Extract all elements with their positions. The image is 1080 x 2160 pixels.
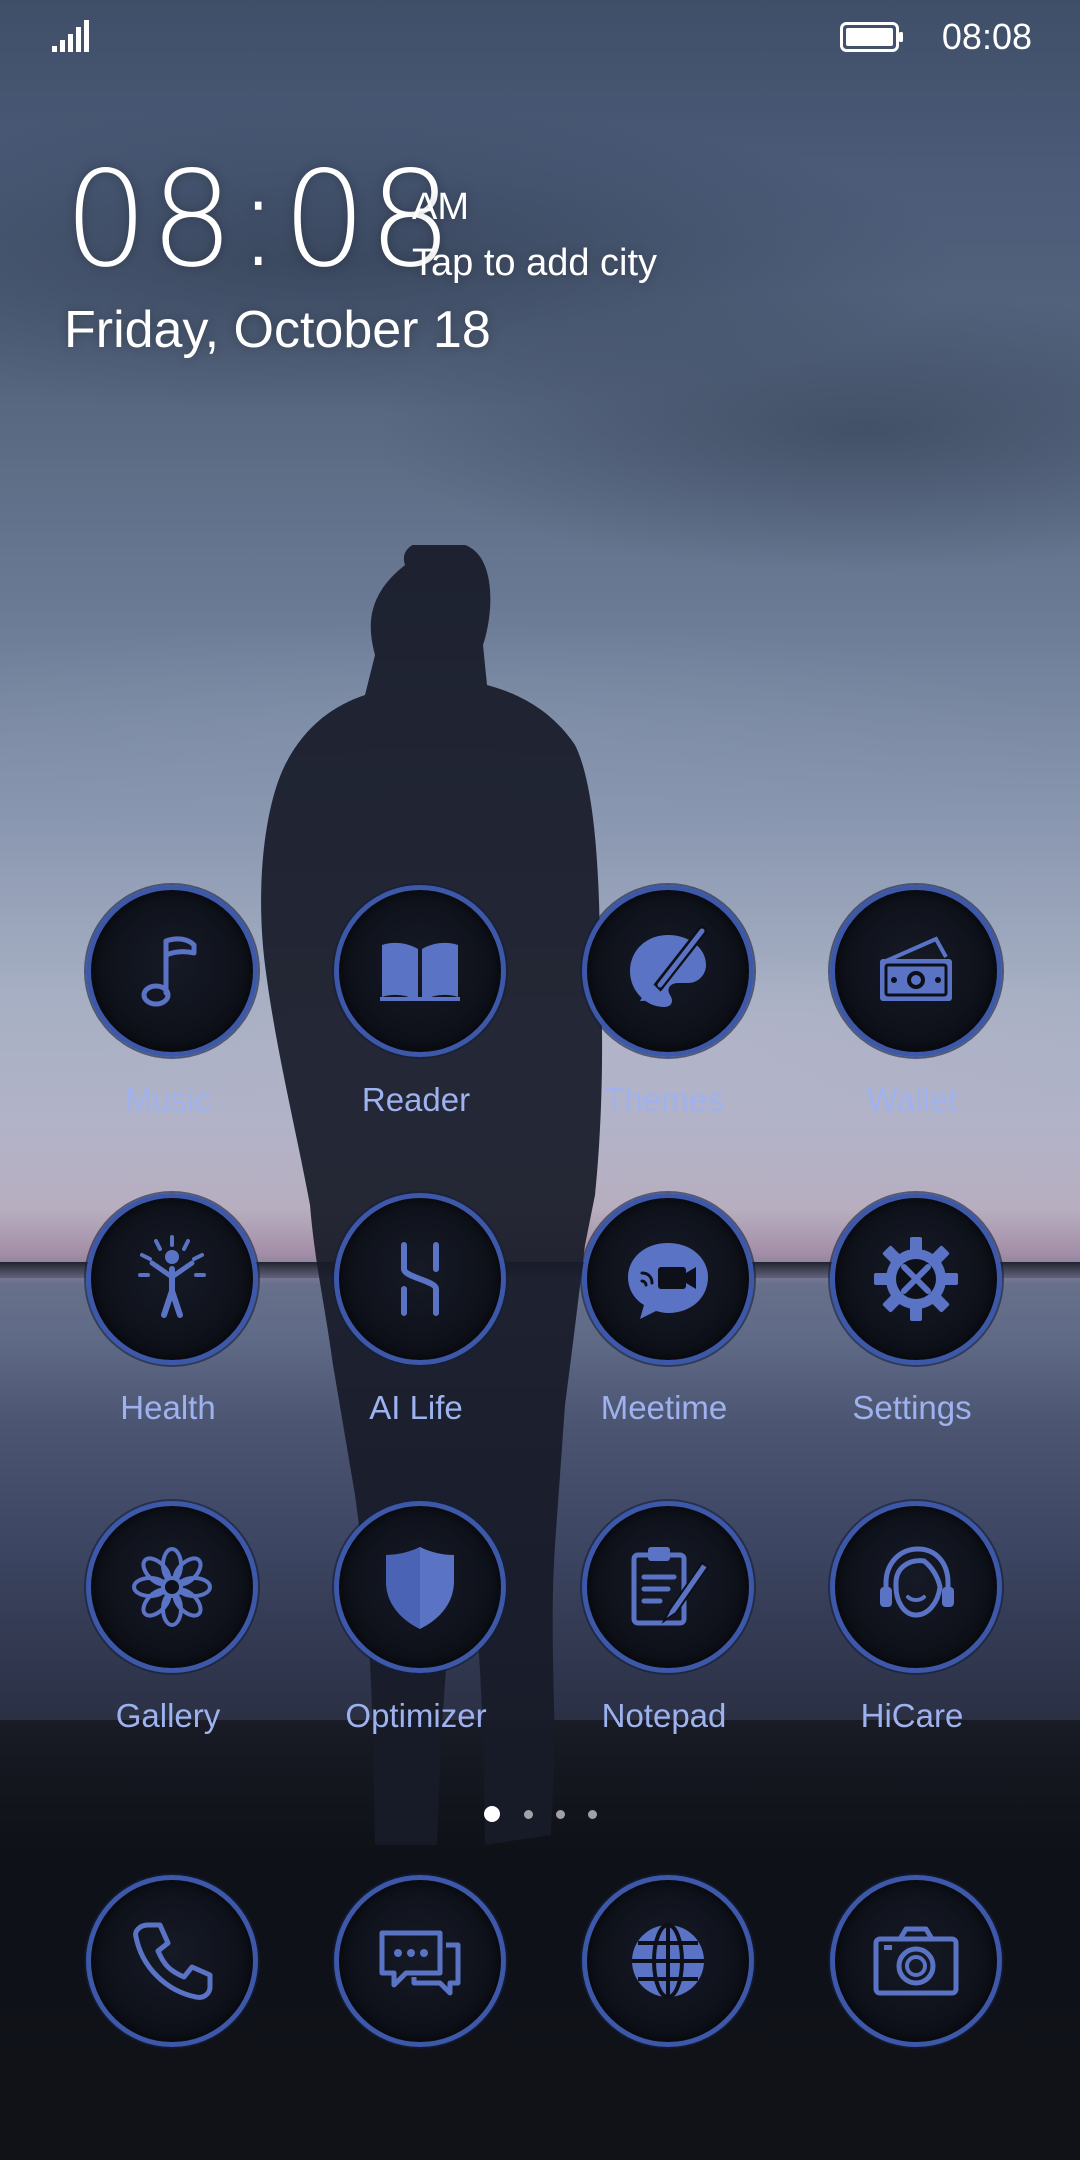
app-label: Health	[120, 1389, 216, 1426]
app-label: Optimizer	[345, 1697, 487, 1734]
app-meetime[interactable]: Meetime	[554, 1193, 774, 1453]
clock-ampm: AM	[412, 186, 469, 228]
music-note-icon	[141, 936, 197, 1007]
app-wallet[interactable]: Wallet	[802, 885, 1022, 1145]
app-label: Wallet	[866, 1081, 958, 1118]
dock-browser[interactable]	[554, 1875, 774, 2135]
app-icon-circle[interactable]	[334, 885, 506, 1057]
app-notepad[interactable]: Notepad	[554, 1501, 774, 1761]
app-label: Meetime	[600, 1389, 728, 1426]
ai-life-icon	[401, 1242, 439, 1316]
browser-globe-icon	[632, 1923, 704, 1999]
app-icon-circle[interactable]	[86, 1193, 258, 1365]
signal-icon	[52, 20, 89, 52]
page-dot[interactable]	[556, 1810, 565, 1819]
app-icon-circle[interactable]	[582, 1193, 754, 1365]
battery-icon	[840, 22, 903, 52]
gear-icon	[874, 1237, 958, 1321]
app-reader[interactable]: Reader	[306, 885, 526, 1145]
status-time: 08:08	[941, 16, 1032, 57]
app-label: HiCare	[860, 1697, 964, 1734]
app-music[interactable]: Music	[58, 885, 278, 1145]
app-icon-circle[interactable]	[86, 1875, 258, 2047]
app-health[interactable]: Health	[58, 1193, 278, 1453]
flower-icon	[132, 1547, 212, 1627]
page-dot[interactable]	[524, 1810, 533, 1819]
app-label: Reader	[361, 1081, 471, 1118]
app-icon-circle[interactable]	[830, 1193, 1002, 1365]
app-icon-circle[interactable]	[334, 1193, 506, 1365]
app-gallery[interactable]: Gallery	[58, 1501, 278, 1761]
app-settings[interactable]: Settings	[802, 1193, 1022, 1453]
notepad-icon	[631, 1547, 710, 1626]
app-hicare[interactable]: HiCare	[802, 1501, 1022, 1761]
clock-time: 08:08	[64, 143, 455, 297]
page-dot[interactable]	[588, 1810, 597, 1819]
shield-icon	[386, 1547, 454, 1629]
video-chat-icon	[628, 1243, 708, 1319]
status-bar: 08:08	[0, 0, 1080, 80]
health-person-icon	[138, 1235, 206, 1318]
app-label: Notepad	[601, 1697, 727, 1734]
headset-icon	[880, 1546, 954, 1618]
app-icon-circle[interactable]	[334, 1501, 506, 1673]
app-icon-circle[interactable]	[86, 885, 258, 1057]
dock-phone[interactable]	[58, 1875, 278, 2135]
page-dot-active[interactable]	[484, 1806, 500, 1822]
paint-brush-icon	[630, 926, 707, 1007]
add-city-link[interactable]: Tap to add city	[412, 242, 657, 285]
phone-icon	[133, 1922, 213, 2000]
app-themes[interactable]: Themes	[554, 885, 774, 1145]
app-label: Music	[124, 1081, 212, 1118]
app-optimizer[interactable]: Optimizer	[306, 1501, 526, 1761]
dock-messages[interactable]	[306, 1875, 526, 2135]
camera-icon	[873, 1926, 959, 1996]
app-icon-circle[interactable]	[582, 1875, 754, 2047]
app-label: Settings	[852, 1389, 972, 1426]
messages-icon	[379, 1930, 461, 1996]
app-icon-circle[interactable]	[582, 885, 754, 1057]
book-icon	[380, 942, 460, 1001]
app-icon-circle[interactable]	[86, 1501, 258, 1673]
app-label: AI Life	[369, 1389, 463, 1426]
app-label: Gallery	[115, 1697, 221, 1734]
dock-camera[interactable]	[802, 1875, 1022, 2135]
dock	[0, 1875, 1080, 2075]
app-ai-life[interactable]: AI Life	[306, 1193, 526, 1453]
app-icon-circle[interactable]	[830, 885, 1002, 1057]
app-label: Themes	[604, 1081, 724, 1118]
page-indicator[interactable]	[0, 1804, 1080, 1824]
app-icon-circle[interactable]	[830, 1875, 1002, 2047]
wallet-icon	[880, 936, 952, 1001]
app-icon-circle[interactable]	[582, 1501, 754, 1673]
clock-date: Friday, October 18	[64, 301, 491, 359]
app-icon-circle[interactable]	[334, 1875, 506, 2047]
app-icon-circle[interactable]	[830, 1501, 1002, 1673]
